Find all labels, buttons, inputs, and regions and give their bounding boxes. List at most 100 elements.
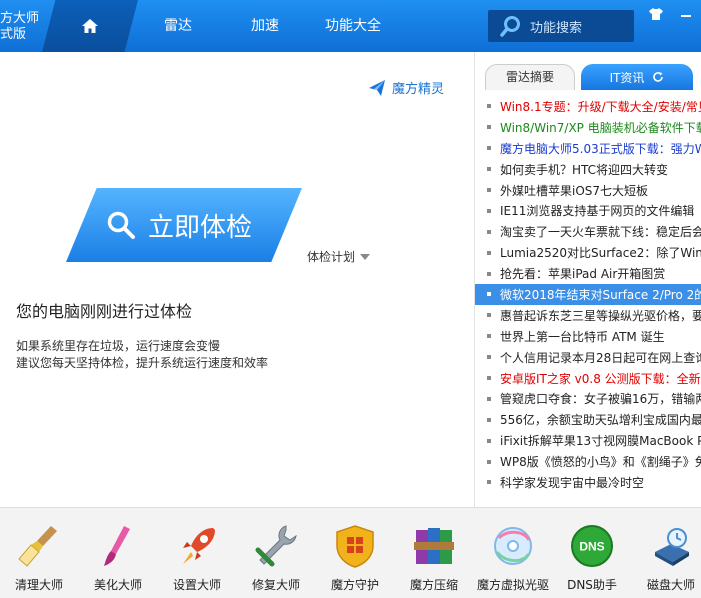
news-item[interactable]: 外媒吐槽苹果iOS7七大短板 bbox=[475, 180, 701, 201]
archive-icon bbox=[414, 528, 454, 564]
news-item-title: 如何卖手机？HTC将迎四大转变 bbox=[500, 162, 669, 177]
tab-it-news[interactable]: IT资讯 bbox=[581, 64, 693, 90]
shield-icon bbox=[336, 525, 374, 568]
scan-plan-label: 体检计划 bbox=[307, 250, 356, 264]
scan-description: 如果系统里存在垃圾，运行速度会变慢 建议您每天坚持体检，提升系统运行速度和效率 bbox=[16, 338, 268, 372]
news-item-title: 科学家发现宇宙中最冷时空 bbox=[500, 475, 645, 490]
rocket-icon bbox=[183, 528, 215, 564]
refresh-icon[interactable] bbox=[652, 71, 664, 83]
news-item-title: Lumia2520对比Surface2：除了WinRT都不一样 bbox=[500, 246, 701, 261]
disk-icon bbox=[655, 528, 689, 566]
tool-guard-label: 魔方守护 bbox=[330, 578, 379, 592]
news-item-title: 微软2018年结束对Surface 2/Pro 2的支持 bbox=[500, 287, 701, 302]
tool-settings-label: 设置大师 bbox=[172, 578, 221, 592]
nav-all-features[interactable]: 功能大全 bbox=[325, 0, 381, 52]
bullet-icon bbox=[487, 271, 491, 276]
bullet-icon bbox=[487, 167, 491, 172]
bullet-icon bbox=[487, 417, 491, 422]
news-item-title: 魔方电脑大师5.03正式版下载：强力Win8优化 bbox=[500, 141, 701, 156]
bullet-icon bbox=[487, 250, 491, 255]
news-item[interactable]: 惠普起诉东芝三星等操纵光驱价格，要求赔偿 bbox=[475, 305, 701, 326]
news-item[interactable]: Win8.1专题：升级/下载大全/安装/常见问题 bbox=[475, 96, 701, 117]
search-icon bbox=[500, 16, 520, 37]
tool-bar: 清理大师 美化大师 设置大师 修复大师 魔方守护 魔方压缩 魔方虚拟光驱 DNS… bbox=[0, 507, 701, 598]
news-item[interactable]: 科学家发现宇宙中最冷时空 bbox=[475, 472, 701, 493]
news-item-title: 世界上第一台比特币 ATM 诞生 bbox=[500, 329, 665, 344]
tool-settings[interactable]: 设置大师 bbox=[161, 522, 233, 598]
news-item-title: 管窥虎口夺食：女子被骗16万，错输两个数字 bbox=[500, 392, 701, 407]
news-item[interactable]: 安卓版IT之家 v0.8 公测版下载：全新UI bbox=[475, 368, 701, 389]
news-item-title: iFixit拆解苹果13寸视网膜MacBook Pro bbox=[500, 434, 701, 449]
tool-repair[interactable]: 修复大师 bbox=[240, 522, 312, 598]
virtual-disc-icon bbox=[494, 527, 532, 565]
wrench-icon bbox=[255, 525, 297, 567]
minimize-icon bbox=[681, 15, 691, 17]
news-item-title: 556亿，余额宝助天弘增利宝成国内最大基金 bbox=[500, 413, 701, 428]
top-bar: 方大师 式版 雷达 加速 功能大全 功能搜索 bbox=[0, 0, 701, 52]
bullet-icon bbox=[487, 188, 491, 192]
tool-disk-label: 磁盘大师 bbox=[646, 578, 695, 592]
minimize-button[interactable] bbox=[678, 6, 694, 22]
tab-radar-summary[interactable]: 雷达摘要 bbox=[485, 64, 575, 90]
dns-icon: DNS bbox=[571, 525, 613, 567]
tool-disk[interactable]: 磁盘大师 bbox=[635, 522, 701, 598]
home-icon bbox=[82, 19, 98, 33]
bullet-icon bbox=[487, 104, 491, 109]
tool-virtual-drive[interactable]: 魔方虚拟光驱 bbox=[477, 522, 549, 598]
magnifier-icon bbox=[107, 211, 135, 239]
news-item[interactable]: 如何卖手机？HTC将迎四大转变 bbox=[475, 159, 701, 180]
search-box[interactable]: 功能搜索 bbox=[488, 10, 634, 42]
home-button[interactable] bbox=[42, 0, 138, 52]
news-item[interactable]: Lumia2520对比Surface2：除了WinRT都不一样 bbox=[475, 242, 701, 263]
news-item[interactable]: WP8版《愤怒的小鸟》和《割绳子》免费 bbox=[475, 451, 701, 472]
brush-icon bbox=[104, 526, 130, 566]
news-item[interactable]: IE11浏览器支持基于网页的文件编辑 bbox=[475, 200, 701, 221]
bullet-icon bbox=[487, 438, 491, 443]
news-item[interactable]: Win8/Win7/XP 电脑装机必备软件下载 bbox=[475, 117, 701, 138]
news-item-title: 淘宝卖了一天火车票就下线：稳定后会再上 bbox=[500, 225, 701, 240]
tool-beautify-label: 美化大师 bbox=[93, 578, 142, 592]
news-item[interactable]: 世界上第一台比特币 ATM 诞生 bbox=[475, 326, 701, 347]
tool-cleaner-label: 清理大师 bbox=[14, 578, 63, 592]
news-item-title: 安卓版IT之家 v0.8 公测版下载：全新UI bbox=[500, 371, 701, 386]
nav-radar[interactable]: 雷达 bbox=[164, 0, 192, 52]
news-item-title: Win8.1专题：升级/下载大全/安装/常见问题 bbox=[500, 99, 701, 114]
news-item-title: 外媒吐槽苹果iOS7七大短板 bbox=[500, 183, 649, 198]
scan-button-content: 立即体检 bbox=[106, 188, 296, 262]
news-item-title: 个人信用记录本月28日起可在网上查询 bbox=[500, 350, 701, 365]
news-item[interactable]: 微软2018年结束对Surface 2/Pro 2的支持 bbox=[475, 284, 701, 305]
tool-dns[interactable]: DNS DNS助手 bbox=[556, 522, 628, 598]
tab-it-news-label: IT资讯 bbox=[609, 70, 645, 85]
bullet-icon bbox=[487, 480, 491, 485]
bullet-icon bbox=[487, 208, 491, 213]
scan-now-button[interactable]: 立即体检 bbox=[66, 188, 302, 262]
mofang-link[interactable]: 魔方精灵 bbox=[368, 78, 444, 97]
news-item[interactable]: 淘宝卖了一天火车票就下线：稳定后会再上 bbox=[475, 221, 701, 242]
skin-button[interactable] bbox=[648, 6, 664, 22]
news-item[interactable]: 管窥虎口夺食：女子被骗16万，错输两个数字 bbox=[475, 388, 701, 409]
tool-virtual-drive-label: 魔方虚拟光驱 bbox=[477, 578, 550, 592]
bullet-icon bbox=[487, 376, 491, 381]
news-item[interactable]: 魔方电脑大师5.03正式版下载：强力Win8优化 bbox=[475, 138, 701, 159]
tool-compress[interactable]: 魔方压缩 bbox=[398, 522, 470, 598]
bullet-icon bbox=[487, 459, 491, 464]
tshirt-icon bbox=[649, 8, 663, 20]
main-panel: 魔方精灵 立即体检 体检计划 您的电脑刚刚进行过体检 如果系统里存在垃圾，运行速… bbox=[0, 52, 474, 507]
news-item[interactable]: 556亿，余额宝助天弘增利宝成国内最大基金 bbox=[475, 409, 701, 430]
tool-guard[interactable]: 魔方守护 bbox=[319, 522, 391, 598]
chevron-down-icon bbox=[360, 253, 371, 260]
news-item[interactable]: iFixit拆解苹果13寸视网膜MacBook Pro bbox=[475, 430, 701, 451]
scan-plan-dropdown[interactable]: 体检计划 bbox=[307, 248, 371, 265]
nav-speedup[interactable]: 加速 bbox=[251, 0, 279, 52]
news-item-title: IE11浏览器支持基于网页的文件编辑 bbox=[500, 204, 695, 219]
svg-text:DNS: DNS bbox=[579, 540, 604, 554]
tool-beautify[interactable]: 美化大师 bbox=[82, 522, 154, 598]
tool-cleaner[interactable]: 清理大师 bbox=[3, 522, 75, 598]
news-item[interactable]: 个人信用记录本月28日起可在网上查询 bbox=[475, 347, 701, 368]
news-item[interactable]: 抢先看：苹果iPad Air开箱图赏 bbox=[475, 263, 701, 284]
bullet-icon bbox=[487, 396, 491, 401]
news-item-title: Win8/Win7/XP 电脑装机必备软件下载 bbox=[500, 120, 701, 135]
logo-line1: 方大师 bbox=[0, 11, 40, 26]
news-tabs: 雷达摘要 IT资讯 bbox=[485, 64, 701, 90]
search-placeholder: 功能搜索 bbox=[530, 20, 583, 36]
